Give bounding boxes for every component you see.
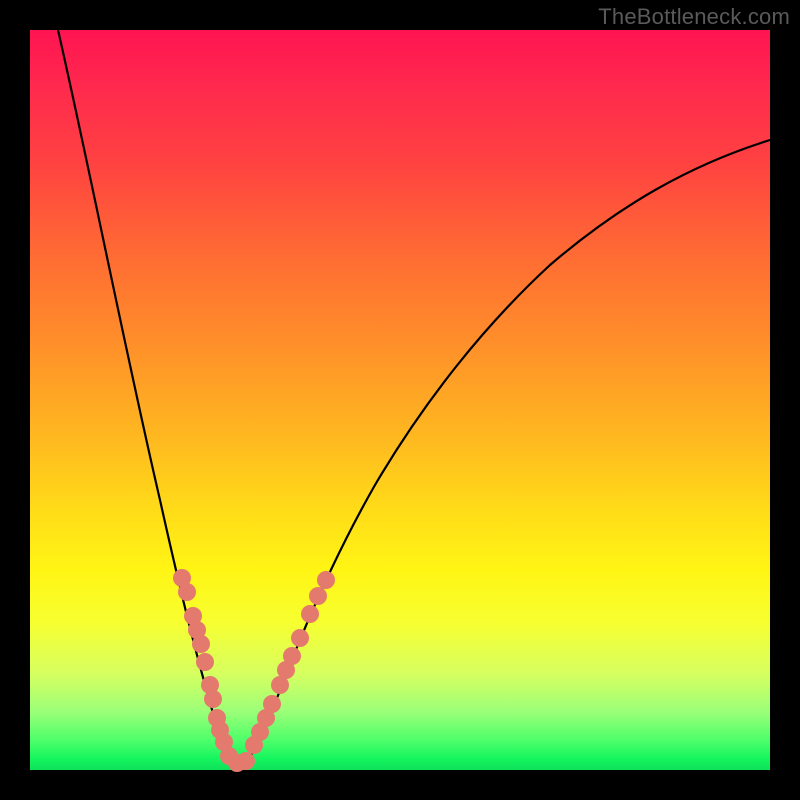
curve-svg [30,30,770,770]
watermark-text: TheBottleneck.com [598,4,790,30]
plot-area [30,30,770,770]
marker-cluster-left [173,569,233,751]
bottleneck-curve [58,30,770,768]
marker-cluster-right [245,571,335,754]
chart-frame: TheBottleneck.com [0,0,800,800]
